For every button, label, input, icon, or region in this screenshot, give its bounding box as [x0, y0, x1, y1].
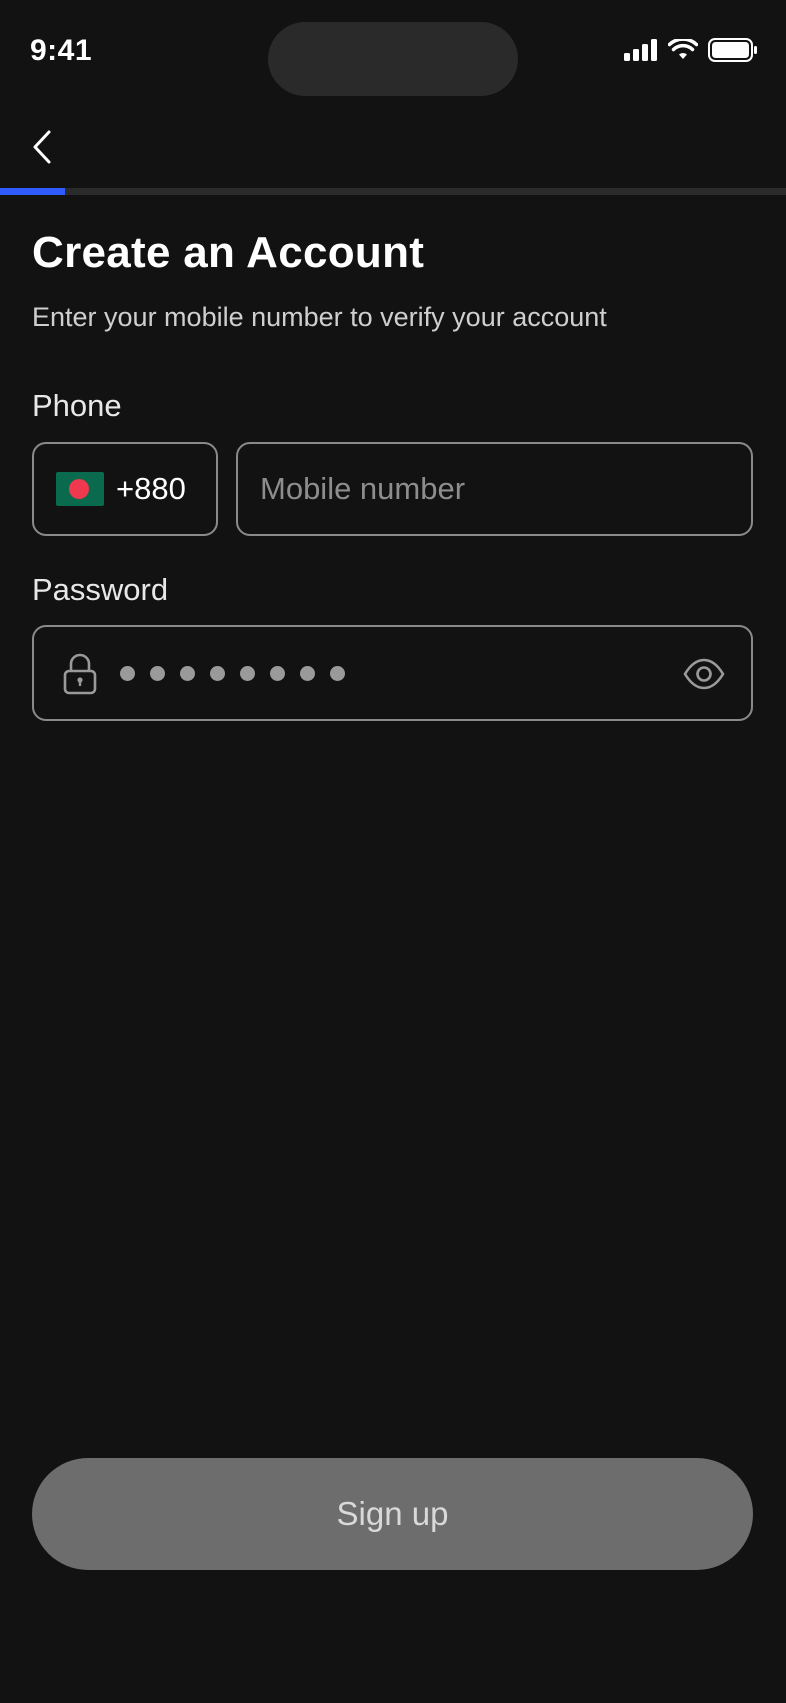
mobile-number-input[interactable] — [236, 442, 753, 536]
wifi-icon — [668, 39, 698, 59]
chevron-left-icon — [33, 130, 51, 164]
page-title: Create an Account — [32, 228, 425, 277]
password-dot — [240, 665, 255, 681]
password-dot — [270, 665, 285, 681]
progress-bar-fill — [0, 188, 66, 195]
password-masked-value — [120, 627, 345, 719]
bangladesh-flag-icon — [56, 472, 104, 506]
page-subtitle: Enter your mobile number to verify your … — [32, 302, 607, 332]
signup-button[interactable]: Sign up — [32, 1458, 753, 1570]
eye-icon[interactable] — [683, 653, 725, 695]
country-code-text: +880 — [116, 471, 186, 506]
country-code-selector[interactable]: +880 — [32, 442, 218, 536]
status-time: 9:41 — [30, 34, 93, 67]
password-dot — [300, 665, 315, 681]
password-dot — [120, 665, 135, 681]
password-field[interactable] — [32, 625, 753, 721]
flag-circle — [69, 479, 89, 499]
status-icons — [624, 38, 758, 62]
password-dot — [180, 665, 195, 681]
password-label: Password — [32, 572, 169, 607]
back-button[interactable] — [22, 122, 62, 172]
cellular-signal-icon — [624, 39, 657, 61]
dynamic-island — [268, 22, 518, 96]
password-dot — [150, 665, 165, 681]
status-bar: 9:41 — [0, 0, 786, 110]
password-dot — [330, 665, 345, 681]
lock-icon — [63, 653, 97, 695]
password-dot — [210, 665, 225, 681]
phone-label: Phone — [32, 388, 122, 423]
progress-bar — [0, 188, 786, 195]
battery-icon — [708, 38, 757, 62]
